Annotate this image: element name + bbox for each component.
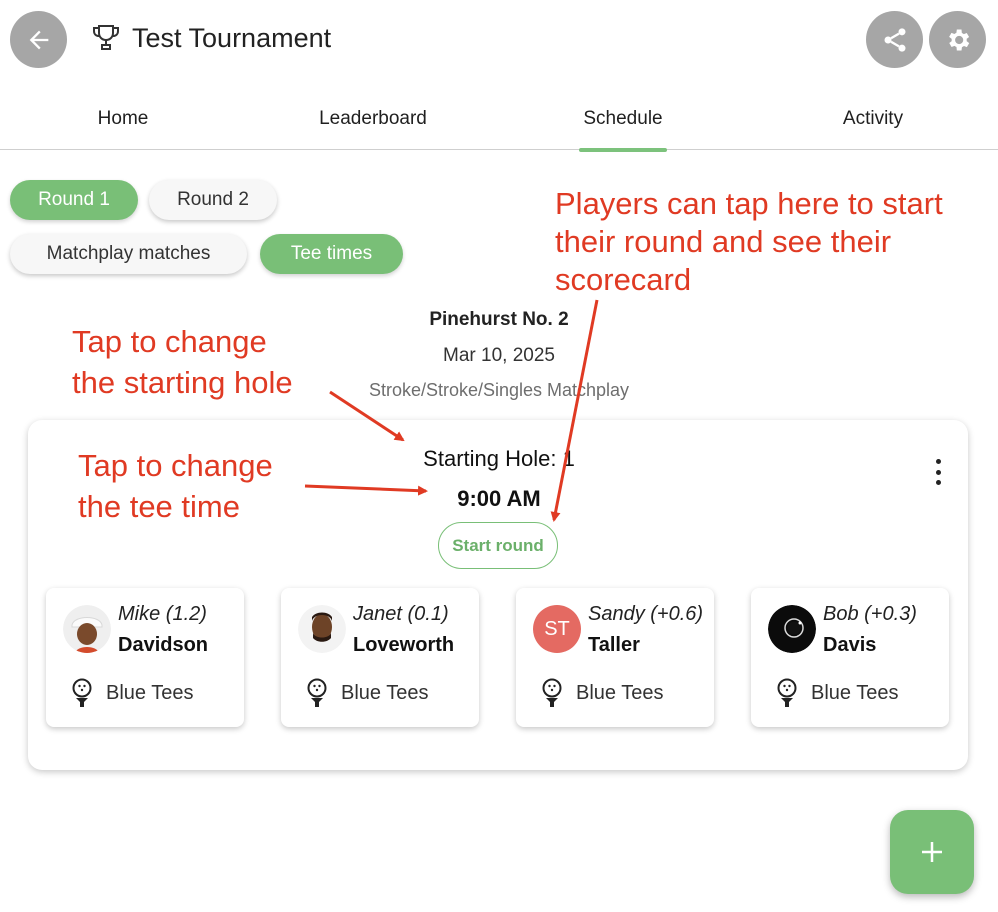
tab-label: Activity: [842, 108, 904, 129]
chip-label: Round 2: [177, 189, 249, 210]
settings-button[interactable]: [929, 11, 986, 68]
player-card[interactable]: Bob (+0.3) Davis Blue Tees: [751, 588, 949, 727]
gear-icon: [948, 29, 969, 50]
chip-label: Tee times: [290, 243, 373, 264]
tee-label: Blue Tees: [811, 681, 899, 704]
player-last-name: Loveworth: [353, 634, 455, 656]
player-last-name: Davidson: [118, 634, 209, 656]
tee-label: Blue Tees: [106, 681, 194, 704]
page-title: Test Tournament: [132, 22, 332, 53]
chip-label: Round 1: [38, 189, 110, 210]
tee-label: Blue Tees: [576, 681, 664, 704]
player-avatar-initials: ST: [533, 605, 581, 653]
player-avatar: [63, 605, 111, 653]
annotation-line: scorecard: [555, 262, 692, 297]
player-last-name: Taller: [588, 634, 640, 656]
chip-tee-times[interactable]: Tee times: [260, 234, 403, 274]
annotation-line: the starting hole: [72, 365, 293, 400]
player-first-name: Bob (+0.3): [823, 603, 917, 625]
player-first-name: Janet (0.1): [353, 603, 449, 625]
annotation-start-round: Players can tap here to start their roun…: [555, 183, 943, 300]
tab-leaderboard[interactable]: Leaderboard: [298, 88, 448, 150]
tee-row: Blue Tees: [540, 678, 663, 708]
annotation-line: the tee time: [78, 489, 240, 524]
golf-ball-tee-icon: [777, 678, 797, 707]
tab-label: Schedule: [583, 108, 663, 129]
active-tab-indicator: [579, 148, 667, 152]
back-button[interactable]: [10, 11, 67, 68]
add-button[interactable]: [890, 810, 974, 894]
tee-label: Blue Tees: [341, 681, 429, 704]
annotation-line: Players can tap here to start: [555, 186, 943, 221]
chip-round-1[interactable]: Round 1: [10, 180, 138, 220]
more-vert-icon[interactable]: [924, 456, 952, 488]
annotation-tee-time: Tap to change the tee time: [78, 445, 273, 527]
chip-round-2[interactable]: Round 2: [149, 180, 277, 220]
chip-matchplay-matches[interactable]: Matchplay matches: [10, 234, 247, 274]
share-icon: [884, 27, 905, 52]
tee-row: Blue Tees: [305, 678, 428, 708]
tee-row: Blue Tees: [70, 678, 193, 708]
tab-bar: Home Leaderboard Schedule Activity: [0, 88, 998, 152]
tournament-header: Test Tournament: [90, 22, 331, 54]
golf-ball-tee-icon: [307, 678, 327, 707]
player-card[interactable]: ST Sandy (+0.6) Taller Blue Tees: [516, 588, 714, 727]
player-card[interactable]: Mike (1.2) Davidson Blue Tees: [46, 588, 244, 727]
tab-schedule[interactable]: Schedule: [579, 88, 667, 152]
arrow-left-icon: [29, 30, 48, 49]
player-avatar: [768, 605, 816, 653]
player-first-name: Sandy (+0.6): [588, 603, 704, 625]
player-last-name: Davis: [823, 634, 877, 656]
golf-ball-tee-icon: [542, 678, 562, 707]
golf-ball-tee-icon: [72, 678, 92, 707]
tab-home[interactable]: Home: [48, 88, 198, 150]
share-button[interactable]: [866, 11, 923, 68]
tab-activity[interactable]: Activity: [798, 88, 948, 150]
tee-row: Blue Tees: [775, 678, 898, 708]
player-card[interactable]: Janet (0.1) Loveworth Blue Tees: [281, 588, 479, 727]
start-round-button[interactable]: Start round: [438, 522, 558, 569]
player-first-name: Mike (1.2): [118, 603, 207, 625]
annotation-starting-hole: Tap to change the starting hole: [72, 321, 293, 403]
annotation-line: Tap to change: [78, 448, 273, 483]
tab-label: Leaderboard: [319, 108, 427, 129]
annotation-line: their round and see their: [555, 224, 892, 259]
player-avatar: [298, 605, 346, 653]
trophy-icon: [93, 25, 119, 50]
plus-icon: [922, 842, 942, 862]
chip-label: Matchplay matches: [46, 243, 211, 264]
annotation-line: Tap to change: [72, 324, 267, 359]
tab-label: Home: [97, 108, 149, 129]
